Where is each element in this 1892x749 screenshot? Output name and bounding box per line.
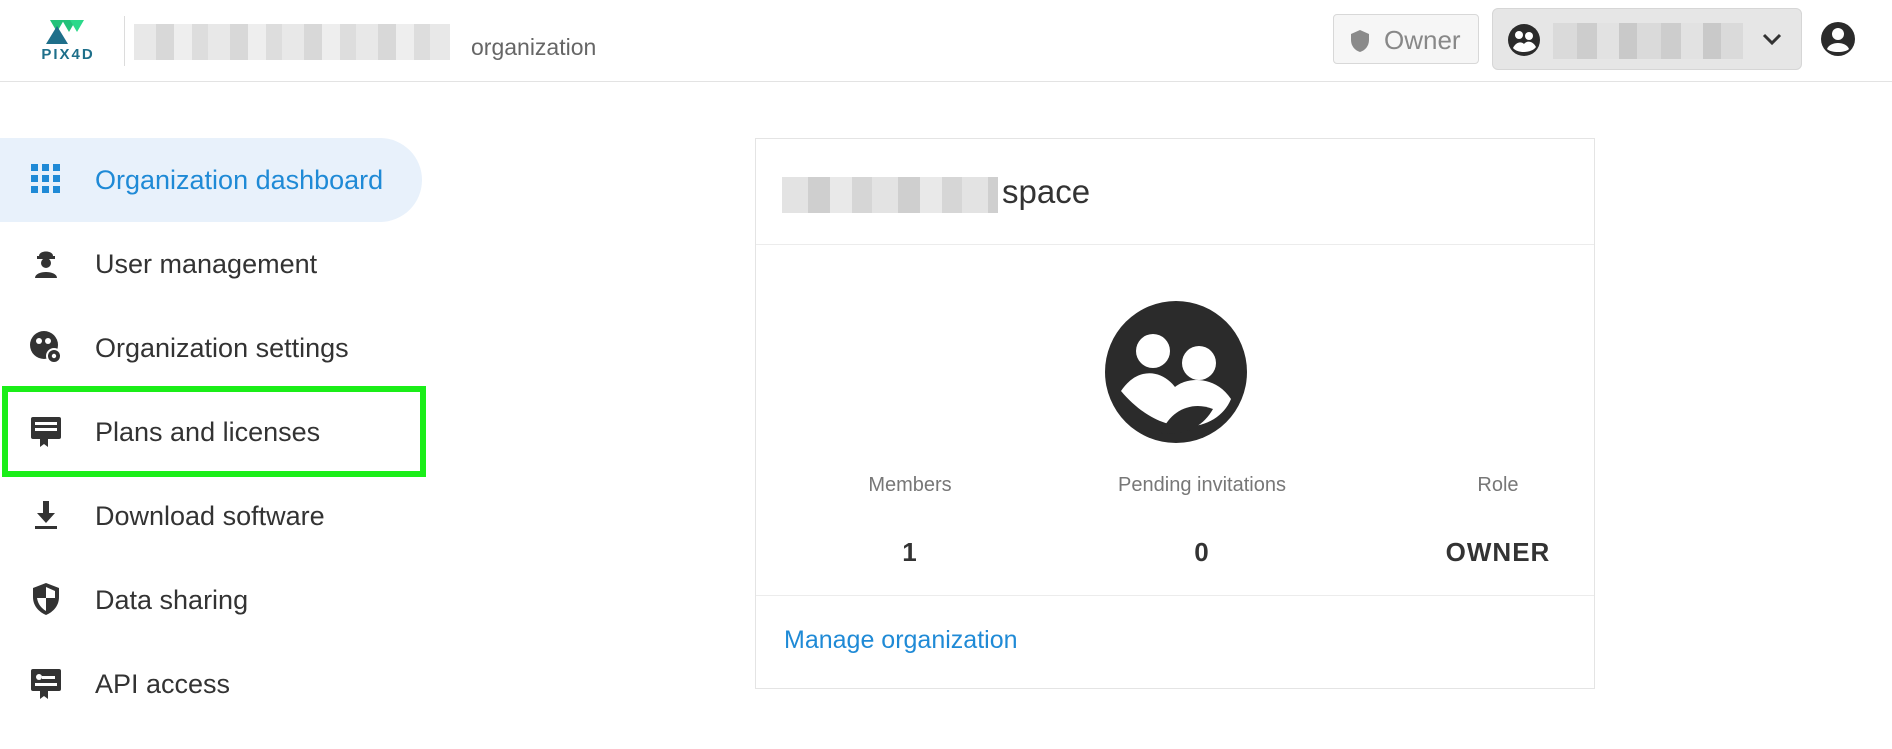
sidebar-item-label: Data sharing [95,585,249,615]
grid-icon [31,164,60,193]
stat-label: Members [868,474,952,496]
card-footer: Manage organization [756,595,1594,689]
sidebar-item-label: Organization settings [95,333,349,363]
logo-divider [124,16,125,66]
stat-value: OWNER [1445,537,1551,567]
card-title: space [1002,173,1091,210]
group-avatar-icon [1508,24,1540,56]
stat-pending-invitations: Pending invitations 0 [1072,474,1332,568]
chevron-down-icon [1762,33,1782,46]
org-label: organization [471,34,597,60]
manage-organization-link[interactable]: Manage organization [784,626,1018,655]
shield-half-icon [33,583,59,615]
api-icon [31,669,61,699]
redacted-org-switcher-name [1553,23,1743,59]
sidebar-item-label: Organization dashboard [95,165,384,195]
focus-highlight-box [2,386,426,477]
top-bar: PIX4D organization Owner [0,0,1892,82]
download-icon [35,501,57,529]
sidebar-item-label: User management [95,249,318,279]
sidebar-item-organization-dashboard[interactable]: Organization dashboard [0,138,422,222]
stat-label: Role [1477,474,1519,496]
sidebar-item-label: API access [95,669,231,699]
sidebar-item-organization-settings[interactable]: Organization settings [0,306,422,390]
logo-text: PIX4D [41,46,95,63]
stat-value: 0 [1194,537,1210,567]
organization-card: space Members 1 Pending invitations 0 Ro… [755,138,1595,689]
sidebar-item-download-software[interactable]: Download software [0,474,422,558]
logo-mark-icon [46,20,84,44]
card-header: space [756,139,1594,245]
pix4d-logo[interactable]: PIX4D [34,18,102,63]
worker-icon [35,251,57,278]
shield-icon [1351,30,1369,52]
stat-members: Members 1 [780,474,1040,568]
sidebar-item-api-access[interactable]: API access [0,642,422,726]
redacted-workspace-name [782,177,998,213]
redacted-org-name [134,24,450,60]
role-chip-label: Owner [1384,25,1461,55]
stat-value: 1 [902,537,918,567]
organization-avatar-icon [1105,301,1247,443]
sidebar-item-data-sharing[interactable]: Data sharing [0,558,422,642]
sidebar-item-label: Download software [95,501,325,531]
stat-role: Role OWNER [1368,474,1628,568]
role-chip: Owner [1333,14,1479,64]
org-settings-icon [30,331,62,364]
sidebar-item-user-management[interactable]: User management [0,222,422,306]
org-switcher[interactable] [1492,8,1802,70]
account-icon[interactable] [1820,21,1856,57]
stat-label: Pending invitations [1118,474,1286,496]
